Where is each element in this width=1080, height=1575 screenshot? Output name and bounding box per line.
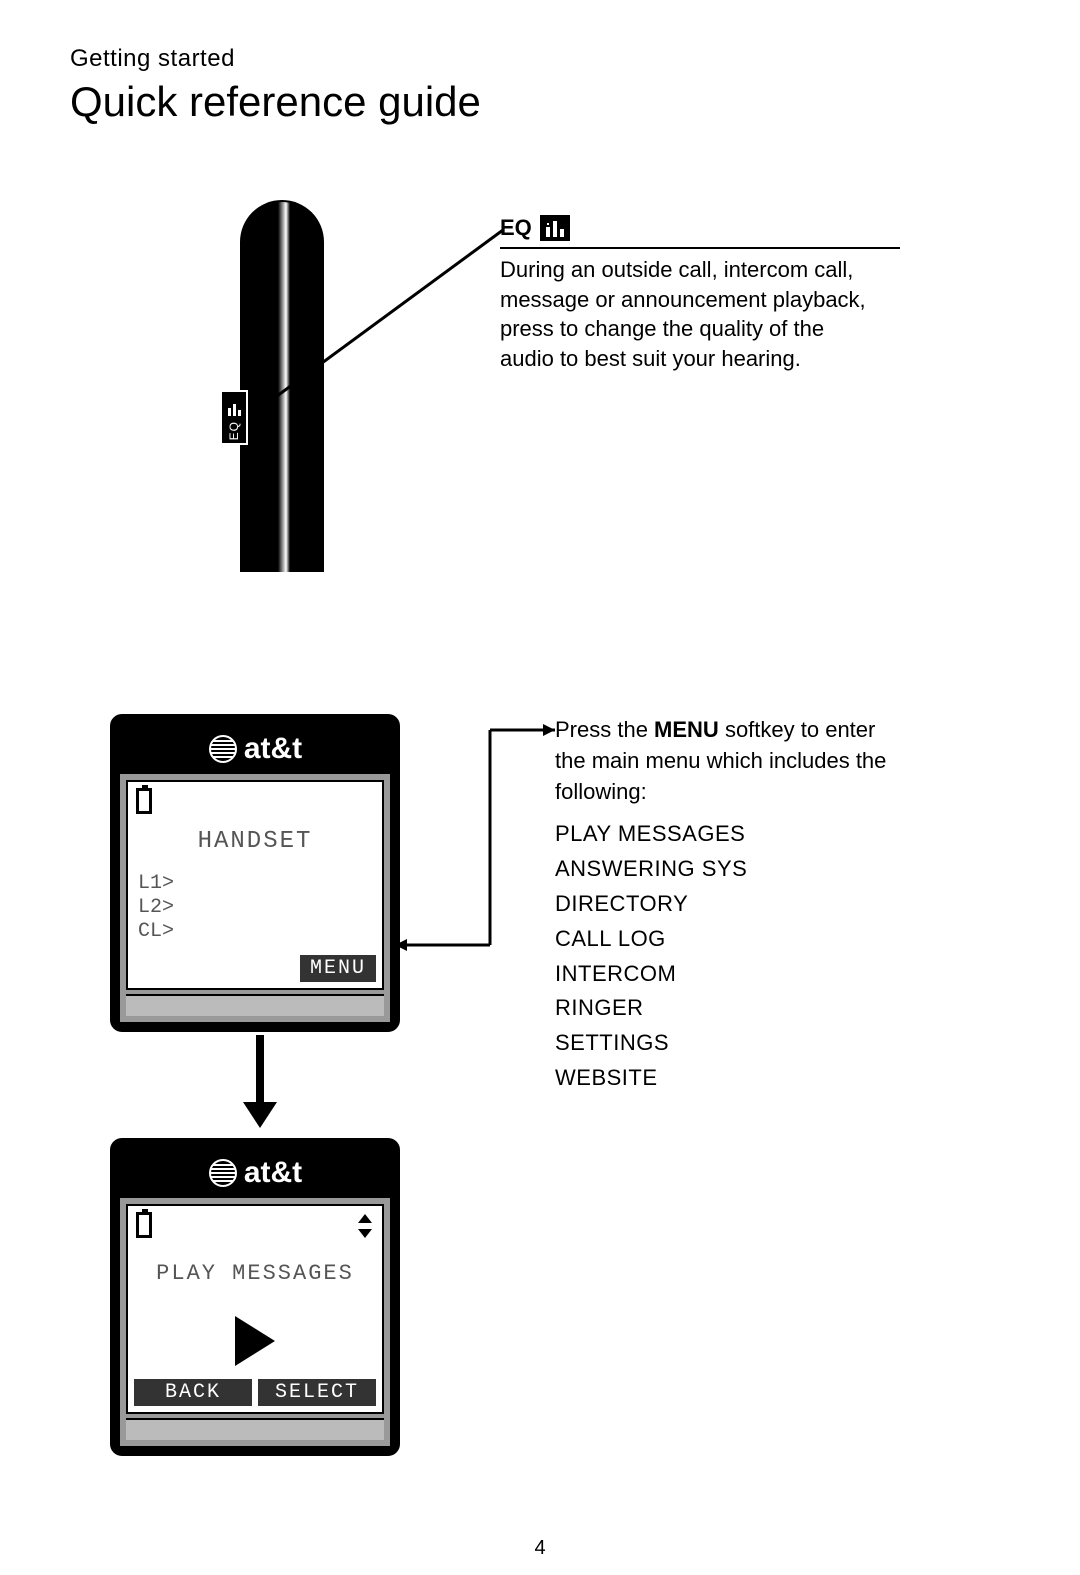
menu-intro: Press the MENU softkey to enter the main… <box>555 715 895 807</box>
line-cl: CL> <box>138 920 174 944</box>
page: Getting started Quick reference guide EQ… <box>0 0 1080 1575</box>
menu-item: INTERCOM <box>555 959 895 990</box>
menu-item: CALL LOG <box>555 924 895 955</box>
menu-intro-bold: MENU <box>654 717 719 742</box>
equalizer-icon <box>226 402 242 418</box>
equalizer-icon <box>540 215 570 241</box>
scroll-indicator-icon <box>356 1212 374 1240</box>
menu-softkey[interactable]: MENU <box>300 955 376 982</box>
line-indicators: L1> L2> CL> <box>138 872 174 944</box>
handset-side-illustration <box>200 200 320 570</box>
menu-item: ANSWERING SYS <box>555 854 895 885</box>
battery-icon <box>136 1212 152 1238</box>
eq-heading: EQ <box>500 215 880 241</box>
bezel-bar <box>126 994 384 1016</box>
brand-bar: at&t <box>120 724 390 774</box>
lcd-screen: HANDSET L1> L2> CL> MENU <box>126 780 384 990</box>
menu-item: DIRECTORY <box>555 889 895 920</box>
eq-button-label: EQ <box>227 421 241 440</box>
phone-illustration-handset-screen: at&t HANDSET L1> L2> CL> MENU <box>110 714 400 1032</box>
battery-icon <box>136 788 152 814</box>
page-number: 4 <box>0 1537 1080 1560</box>
phone-illustration-play-messages: at&t PLAY MESSAGES BACK SELECT <box>110 1138 400 1456</box>
page-title: Quick reference guide <box>70 78 481 126</box>
select-softkey[interactable]: SELECT <box>258 1379 376 1406</box>
att-globe-icon <box>208 734 238 764</box>
eq-callout: EQ During an outside call, intercom call… <box>500 215 880 374</box>
menu-intro-prefix: Press the <box>555 717 654 742</box>
line-1: L1> <box>138 872 174 896</box>
brand-text: at&t <box>244 1156 302 1190</box>
menu-item: SETTINGS <box>555 1028 895 1059</box>
line-2: L2> <box>138 896 174 920</box>
play-icon <box>235 1316 275 1366</box>
eq-button[interactable]: EQ <box>220 390 248 445</box>
page-header: Getting started Quick reference guide <box>70 45 481 126</box>
eq-description: During an outside call, intercom call, m… <box>500 255 880 374</box>
eq-heading-text: EQ <box>500 215 532 241</box>
att-globe-icon <box>208 1158 238 1188</box>
screen-title: HANDSET <box>128 828 382 855</box>
menu-item: PLAY MESSAGES <box>555 819 895 850</box>
brand-text: at&t <box>244 732 302 766</box>
down-arrow-icon <box>235 1030 285 1130</box>
back-softkey[interactable]: BACK <box>134 1379 252 1406</box>
section-pretitle: Getting started <box>70 45 481 73</box>
brand-bar: at&t <box>120 1148 390 1198</box>
screen-title: PLAY MESSAGES <box>128 1261 382 1286</box>
menu-callout: Press the MENU softkey to enter the main… <box>555 715 895 1098</box>
lcd-screen: PLAY MESSAGES BACK SELECT <box>126 1204 384 1414</box>
menu-item: WEBSITE <box>555 1063 895 1094</box>
divider <box>500 247 900 249</box>
callout-arrow-menu <box>390 720 560 960</box>
menu-item: RINGER <box>555 993 895 1024</box>
bezel-bar <box>126 1418 384 1440</box>
menu-item-list: PLAY MESSAGES ANSWERING SYS DIRECTORY CA… <box>555 819 895 1093</box>
